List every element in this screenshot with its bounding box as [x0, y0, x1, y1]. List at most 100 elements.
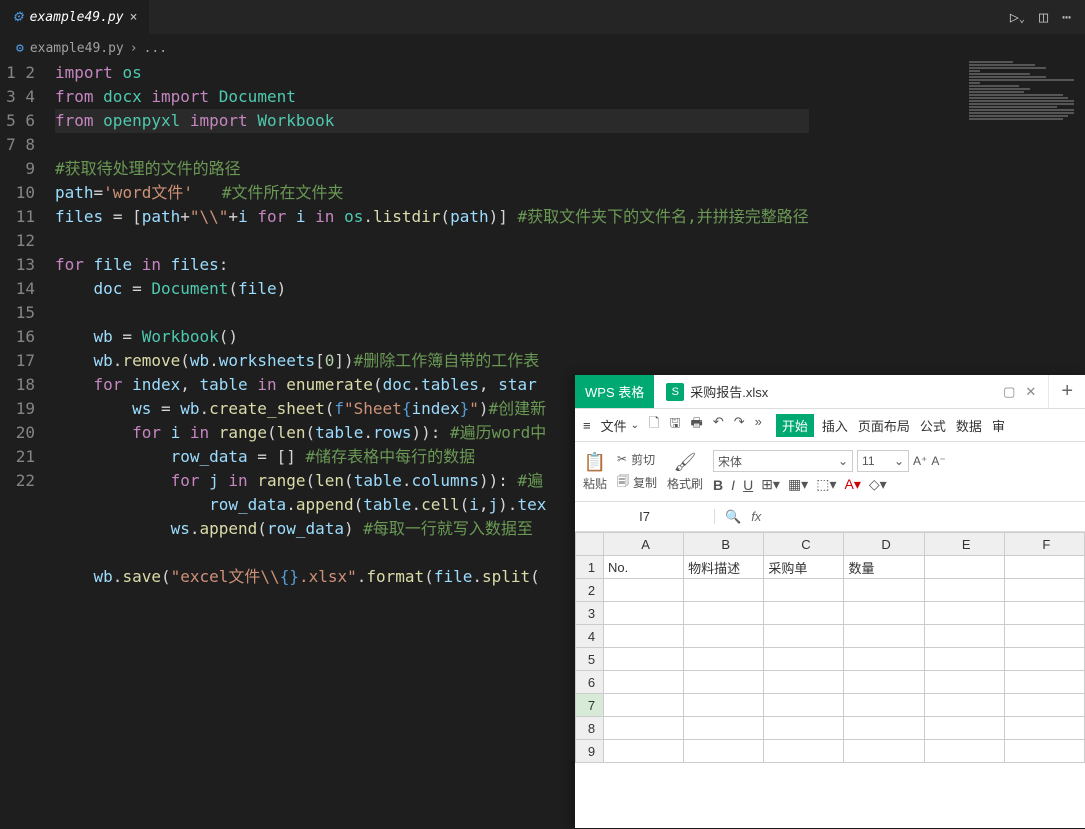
cell[interactable]: [924, 579, 1004, 602]
select-all-corner[interactable]: [576, 533, 604, 556]
cell[interactable]: [924, 671, 1004, 694]
cell[interactable]: [604, 694, 684, 717]
cell[interactable]: [844, 579, 924, 602]
split-editor-button[interactable]: ◫: [1039, 8, 1048, 26]
ribbon-tab-review[interactable]: 审: [990, 414, 1007, 437]
cell[interactable]: [604, 717, 684, 740]
ribbon-tab-insert[interactable]: 插入: [820, 414, 850, 437]
run-button[interactable]: ▷⌄: [1010, 8, 1025, 26]
qa-print-icon[interactable]: 🖶: [691, 414, 703, 436]
row-header[interactable]: 5: [576, 648, 604, 671]
ribbon-tab-formula[interactable]: 公式: [918, 414, 948, 437]
col-header[interactable]: E: [924, 533, 1004, 556]
cell[interactable]: [924, 694, 1004, 717]
cell[interactable]: [684, 740, 764, 763]
qa-redo-icon[interactable]: ↷: [734, 414, 745, 436]
window-close-icon[interactable]: ✕: [1025, 384, 1036, 400]
font-increase-icon[interactable]: A⁺: [913, 454, 927, 468]
clear-button[interactable]: ◇▾: [869, 476, 887, 493]
cell[interactable]: [604, 579, 684, 602]
cell[interactable]: [764, 602, 844, 625]
cell-name-box[interactable]: I7: [575, 509, 715, 524]
cut-button[interactable]: ✂剪切: [617, 451, 657, 468]
ribbon-tab-layout[interactable]: 页面布局: [856, 414, 912, 437]
ribbon-tab-start[interactable]: 开始: [776, 414, 814, 437]
row-header[interactable]: 3: [576, 602, 604, 625]
cell[interactable]: [924, 625, 1004, 648]
italic-button[interactable]: I: [731, 477, 735, 493]
cell[interactable]: [844, 602, 924, 625]
ribbon-tab-data[interactable]: 数据: [954, 414, 984, 437]
col-header[interactable]: B: [684, 533, 764, 556]
qa-save-icon[interactable]: 🖫: [669, 414, 680, 436]
cell[interactable]: [604, 740, 684, 763]
cell[interactable]: [764, 694, 844, 717]
fill-color-button[interactable]: ▦▾: [788, 476, 808, 493]
cell[interactable]: [764, 740, 844, 763]
fx-expand-icon[interactable]: 🔍: [725, 509, 741, 525]
cell[interactable]: [604, 602, 684, 625]
cell[interactable]: No.: [604, 556, 684, 579]
cell[interactable]: [764, 717, 844, 740]
cell[interactable]: 物料描述: [684, 556, 764, 579]
cell[interactable]: [604, 625, 684, 648]
file-tab[interactable]: ⚙ example49.py ×: [0, 0, 149, 34]
col-header[interactable]: D: [844, 533, 924, 556]
cell[interactable]: [924, 648, 1004, 671]
underline-button[interactable]: U: [743, 477, 753, 493]
cell[interactable]: [844, 694, 924, 717]
cell[interactable]: [844, 648, 924, 671]
cell[interactable]: [924, 556, 1004, 579]
row-header[interactable]: 2: [576, 579, 604, 602]
cell[interactable]: [924, 717, 1004, 740]
font-select[interactable]: 宋体⌄: [713, 450, 853, 472]
col-header[interactable]: A: [604, 533, 684, 556]
cell[interactable]: [604, 671, 684, 694]
bold-button[interactable]: B: [713, 477, 723, 493]
minimap[interactable]: [969, 60, 1079, 140]
row-header[interactable]: 7: [576, 694, 604, 717]
qa-new-icon[interactable]: 🗋: [649, 414, 659, 436]
file-menu[interactable]: 文件⌄: [597, 416, 643, 435]
merge-button[interactable]: ⬚▾: [816, 476, 836, 493]
format-painter-icon[interactable]: 🖌: [674, 452, 697, 473]
cell[interactable]: [1004, 625, 1084, 648]
cell[interactable]: [1004, 602, 1084, 625]
cell[interactable]: [684, 648, 764, 671]
cell[interactable]: 采购单: [764, 556, 844, 579]
cell[interactable]: [1004, 694, 1084, 717]
row-header[interactable]: 4: [576, 625, 604, 648]
cell[interactable]: [684, 579, 764, 602]
cell[interactable]: [684, 602, 764, 625]
row-header[interactable]: 9: [576, 740, 604, 763]
font-decrease-icon[interactable]: A⁻: [931, 454, 945, 468]
cell[interactable]: [684, 671, 764, 694]
cell[interactable]: 数量: [844, 556, 924, 579]
cell[interactable]: [684, 625, 764, 648]
cell[interactable]: [764, 648, 844, 671]
spreadsheet-grid[interactable]: ABCDEF1No.物料描述采购单数量23456789: [575, 532, 1085, 828]
row-header[interactable]: 6: [576, 671, 604, 694]
cell[interactable]: [844, 671, 924, 694]
wps-file-tab[interactable]: S 采购报告.xlsx ▢ ✕: [654, 375, 1049, 408]
copy-button[interactable]: 🗐复制: [617, 472, 657, 493]
wps-add-tab-button[interactable]: +: [1049, 375, 1085, 408]
col-header[interactable]: F: [1004, 533, 1084, 556]
row-header[interactable]: 8: [576, 717, 604, 740]
cell[interactable]: [844, 717, 924, 740]
cell[interactable]: [924, 602, 1004, 625]
cell[interactable]: [764, 579, 844, 602]
qa-more-icon[interactable]: »: [755, 414, 762, 436]
window-restore-icon[interactable]: ▢: [1003, 384, 1015, 400]
cell[interactable]: [1004, 648, 1084, 671]
qa-undo-icon[interactable]: ↶: [713, 414, 724, 436]
cell[interactable]: [844, 625, 924, 648]
cell[interactable]: [1004, 579, 1084, 602]
cell[interactable]: [604, 648, 684, 671]
cell[interactable]: [764, 625, 844, 648]
cell[interactable]: [844, 740, 924, 763]
more-actions-button[interactable]: ⋯: [1062, 8, 1071, 26]
font-size-select[interactable]: 11⌄: [857, 450, 909, 472]
col-header[interactable]: C: [764, 533, 844, 556]
cell[interactable]: [924, 740, 1004, 763]
